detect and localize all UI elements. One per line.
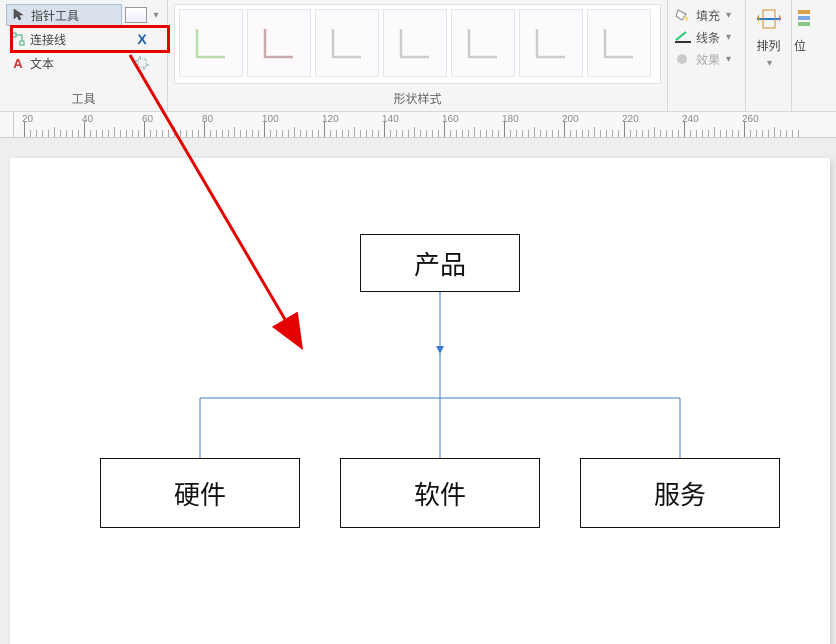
ruler-label: 100 [262,114,279,125]
shape-style-thumb[interactable] [179,9,243,77]
chevron-down-icon: ▾ [767,58,772,69]
drawing-page[interactable]: 产品 硬件 软件 服务 [10,158,830,644]
horizontal-ruler: 20 40 60 80 100 120 140 160 180 200 220 240 260 [0,112,836,138]
pointer-tool-button[interactable]: 指针工具 [6,4,122,26]
shape-style-thumb[interactable] [451,9,515,77]
connectors [10,158,830,644]
shape-style-thumb[interactable] [519,9,583,77]
shape-styles-label: 形状样式 [172,88,663,109]
ruler-label: 240 [682,114,699,125]
line-label: 线条 [696,29,720,46]
arrange-group: 排列 ▾ [746,0,792,111]
ruler-label: 60 [142,114,153,125]
ruler-label: 160 [442,114,459,125]
diagram-child-label: 软件 [414,475,466,512]
pointer-tool-label: 指针工具 [31,7,79,24]
ruler-label: 140 [382,114,399,125]
ruler-label: 260 [742,114,759,125]
effect-button[interactable]: 效果 ▾ [674,48,739,70]
position-icon [794,6,814,34]
chevron-down-icon: ▾ [726,32,731,43]
shape-style-thumb[interactable] [587,9,651,77]
connector-icon [10,31,26,47]
chevron-down-icon: ▾ [726,10,731,21]
text-tool-label: 文本 [30,55,54,72]
line-pen-icon [674,30,692,44]
delete-x-icon: X [137,31,146,47]
effect-icon [674,52,692,66]
ruler-label: 200 [562,114,579,125]
diagram-child-node[interactable]: 服务 [580,458,780,528]
shape-style-thumb[interactable] [383,9,447,77]
fill-dropdown[interactable]: ▾ [125,4,158,26]
fill-swatch-icon [125,7,147,23]
ruler-label: 80 [202,114,213,125]
ruler-label: 20 [22,114,33,125]
line-button[interactable]: 线条 ▾ [674,26,739,48]
ruler-label: 40 [82,114,93,125]
diagram-root-node[interactable]: 产品 [360,234,520,292]
diagram-child-node[interactable]: 硬件 [100,458,300,528]
shape-styles-gallery[interactable] [174,4,661,84]
text-tool-button[interactable]: A 文本 [6,52,122,74]
fill-label: 填充 [696,7,720,24]
shape-styles-group: 形状样式 [168,0,668,111]
delete-button[interactable]: X [133,28,150,50]
ruler-label: 220 [622,114,639,125]
position-button[interactable]: 位 [794,6,814,54]
ruler-label: 180 [502,114,519,125]
pointer-icon [11,7,27,23]
chevron-down-icon: ▾ [726,54,731,65]
diagram-root-label: 产品 [414,245,466,282]
text-icon: A [10,55,26,71]
connector-tool-label: 连接线 [30,31,66,48]
tools-group: 指针工具 连接线 A 文本 ▾ X [0,0,168,111]
diagram-child-label: 硬件 [174,475,226,512]
effect-label: 效果 [696,51,720,68]
shape-style-thumb[interactable] [247,9,311,77]
diagram-child-label: 服务 [654,475,706,512]
connector-tool-button[interactable]: 连接线 [6,28,122,50]
crop-icon [134,55,150,71]
ruler-corner [0,112,14,137]
arrange-button[interactable]: 排列 [755,6,783,54]
shape-style-thumb[interactable] [315,9,379,77]
position-label: 位 [794,37,814,54]
fill-button[interactable]: 填充 ▾ [674,4,739,26]
tools-group-label: 工具 [4,88,163,109]
position-group: 位 [792,0,816,111]
fill-bucket-icon [674,8,692,22]
ruler-label: 120 [322,114,339,125]
diagram-child-node[interactable]: 软件 [340,458,540,528]
format-group: 填充 ▾ 线条 ▾ 效果 ▾ [668,0,746,111]
arrange-icon [755,6,783,34]
crop-tool-button[interactable] [130,52,154,74]
arrange-label: 排列 [755,37,783,54]
chevron-down-icon: ▾ [153,10,158,21]
canvas-area[interactable]: 产品 硬件 软件 服务 [0,138,836,644]
ribbon: 指针工具 连接线 A 文本 ▾ X [0,0,836,112]
